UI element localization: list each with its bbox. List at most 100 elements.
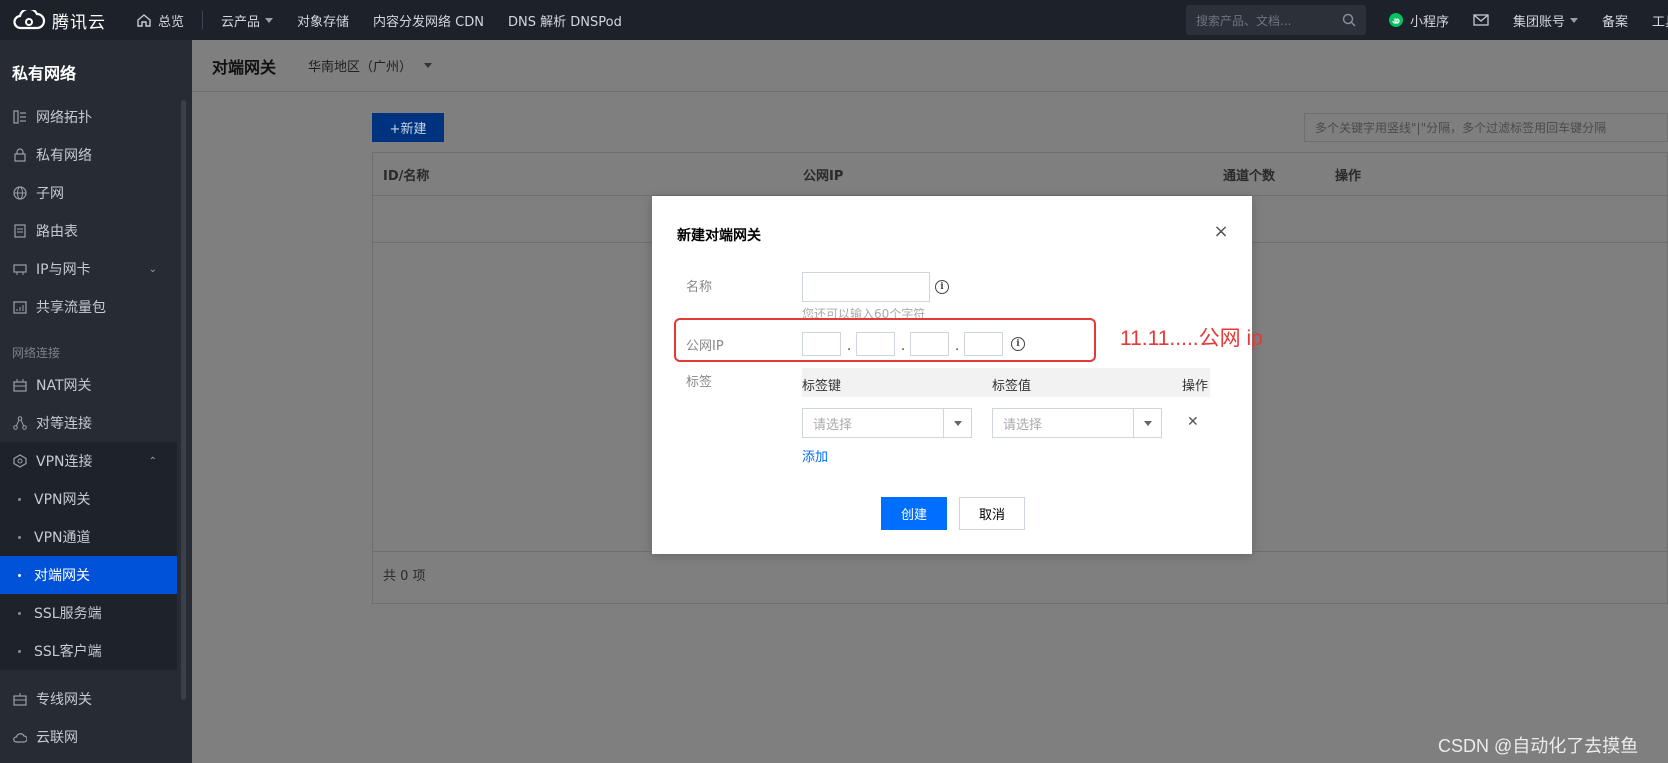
sidebar-item-label: 专线网关 <box>36 692 92 708</box>
name-input[interactable] <box>802 272 930 302</box>
nav-link-label: 内容分发网络 CDN <box>373 14 484 30</box>
select-placeholder: 请选择 <box>1003 417 1043 433</box>
global-search-input[interactable]: 搜索产品、文档... <box>1185 5 1366 35</box>
sidebar-item-route-table[interactable]: 路由表 <box>0 212 177 250</box>
nav-link-label: DNS 解析 DNSPod <box>508 14 622 30</box>
name-label: 名称 <box>686 280 713 295</box>
dropdown-arrow-icon <box>1133 409 1161 437</box>
tag-op-header: 操作 <box>1182 379 1209 394</box>
sidebar-subitem-vpn-tunnel[interactable]: VPN通道 <box>0 518 177 556</box>
nav-home[interactable]: 总览 <box>124 0 196 40</box>
topbar-right: 搜索产品、文档... 小程序 集团账号 备案 工具 <box>1185 0 1668 40</box>
dropdown-arrow-icon <box>943 409 971 437</box>
sidebar-subitem-label: SSL服务端 <box>34 606 102 622</box>
cancel-button[interactable]: 取消 <box>959 497 1025 530</box>
delete-tag-icon[interactable]: ✕ <box>1187 414 1199 430</box>
nav-link-cdn[interactable]: 内容分发网络 CDN <box>361 0 496 40</box>
new-button[interactable]: +新建 <box>372 113 444 142</box>
divider <box>202 11 204 29</box>
bullet-icon <box>18 498 21 501</box>
info-icon[interactable]: i <box>935 280 949 294</box>
sidebar-subitem-label: VPN通道 <box>34 530 91 546</box>
sidebar-item-vpn[interactable]: VPN连接 ⌃ <box>0 442 177 480</box>
tag-key-select[interactable]: 请选择 <box>802 408 972 438</box>
sidebar-item-vpc[interactable]: 私有网络 <box>0 136 177 174</box>
sidebar-scrollbar[interactable] <box>181 100 186 700</box>
sidebar-subitem-customer-gateway[interactable]: 对端网关 <box>0 556 177 594</box>
nav-link-cos[interactable]: 对象存储 <box>285 0 361 40</box>
sidebar-item-peering[interactable]: 对等连接 <box>0 404 177 442</box>
sidebar-subitem-label: SSL客户端 <box>34 644 102 660</box>
sidebar-item-topology[interactable]: 网络拓扑 <box>0 98 177 136</box>
mini-program-label: 小程序 <box>1409 14 1449 30</box>
sidebar-item-label: NAT网关 <box>36 378 92 394</box>
sidebar-item-ccn[interactable]: 云联网 <box>0 718 177 756</box>
total-count: 共 0 项 <box>383 569 426 584</box>
chevron-down-icon: ⌄ <box>148 263 157 275</box>
lock-icon <box>12 147 28 163</box>
dc-gateway-icon <box>12 691 28 707</box>
tag-value-select[interactable]: 请选择 <box>992 408 1162 438</box>
filter-input[interactable]: 多个关键字用竖线"|"分隔，多个过滤标签用回车键分隔 <box>1304 113 1668 142</box>
sidebar-item-dc-gateway[interactable]: 专线网关 <box>0 680 177 718</box>
nav-home-label: 总览 <box>158 14 185 30</box>
sidebar-item-nat[interactable]: NAT网关 <box>0 366 177 404</box>
nav-link-label: 对象存储 <box>297 14 350 30</box>
bullet-icon <box>18 574 21 577</box>
column-header-id: ID/名称 <box>383 168 430 184</box>
sidebar-item-traffic-package[interactable]: 共享流量包 <box>0 288 177 326</box>
sidebar-item-label: 云联网 <box>36 730 78 746</box>
sidebar-item-ip-nic[interactable]: IP与网卡 ⌄ <box>0 250 177 288</box>
sidebar-subitem-vpn-gateway[interactable]: VPN网关 <box>0 480 177 518</box>
page-title: 对端网关 <box>212 57 277 77</box>
mini-program-link[interactable]: 小程序 <box>1376 0 1461 40</box>
globe-icon <box>12 185 28 201</box>
topology-icon <box>12 109 28 125</box>
top-navbar: 腾讯云 总览 云产品 对象存储 内容分发网络 CDN DNS 解析 DNSPod… <box>0 0 1668 40</box>
messages-button[interactable] <box>1461 0 1501 40</box>
peering-icon <box>12 415 28 431</box>
annotation-note: 11.11.....公网 ip <box>1120 327 1263 350</box>
sidebar-subitem-label: 对端网关 <box>34 568 90 584</box>
select-placeholder: 请选择 <box>813 417 853 433</box>
sidebar-subitem-ssl-server[interactable]: SSL服务端 <box>0 594 177 632</box>
mail-icon <box>1473 14 1489 26</box>
dialog-title: 新建对端网关 <box>677 228 761 244</box>
package-icon <box>12 299 28 315</box>
sidebar: 私有网络 网络拓扑 私有网络 子网 路由表 IP与网卡 ⌄ 共享流量包 网络连接… <box>0 40 192 763</box>
vpn-icon <box>12 453 28 469</box>
bullet-icon <box>18 650 21 653</box>
brand-logo[interactable]: 腾讯云 <box>0 8 124 33</box>
column-header-tunnel-count: 通道个数 <box>1223 168 1276 184</box>
nat-icon <box>12 377 28 393</box>
tools-link[interactable]: 工具 <box>1640 0 1668 40</box>
region-selector[interactable]: 华南地区（广州） <box>308 56 433 75</box>
create-button[interactable]: 创建 <box>881 497 947 530</box>
chevron-up-icon: ⌃ <box>148 455 157 467</box>
nav-link-dns[interactable]: DNS 解析 DNSPod <box>496 0 634 40</box>
sidebar-title: 私有网络 <box>12 64 77 83</box>
sidebar-item-label: 子网 <box>36 186 64 202</box>
sidebar-item-label: 共享流量包 <box>36 300 106 316</box>
nav-products[interactable]: 云产品 <box>209 0 285 40</box>
record-label: 备案 <box>1601 14 1628 30</box>
sidebar-item-label: 对等连接 <box>36 416 92 432</box>
record-link[interactable]: 备案 <box>1590 0 1640 40</box>
search-icon[interactable] <box>1342 13 1356 27</box>
account-label: 集团账号 <box>1512 14 1565 30</box>
document-icon <box>12 223 28 239</box>
tools-label: 工具 <box>1652 14 1668 30</box>
bullet-icon <box>18 536 21 539</box>
sidebar-section-label: 网络连接 <box>12 346 61 360</box>
cloud-logo-icon <box>13 10 46 30</box>
mini-program-icon <box>1388 13 1403 27</box>
brand-name: 腾讯云 <box>52 12 106 33</box>
nic-icon <box>12 261 28 277</box>
account-menu[interactable]: 集团账号 <box>1501 0 1590 40</box>
chevron-down-icon <box>424 63 433 68</box>
sidebar-subitem-ssl-client[interactable]: SSL客户端 <box>0 632 177 670</box>
sidebar-item-subnet[interactable]: 子网 <box>0 174 177 212</box>
annotation-highlight <box>674 318 1096 362</box>
close-icon[interactable]: × <box>1212 221 1230 242</box>
add-tag-link[interactable]: 添加 <box>802 446 828 465</box>
